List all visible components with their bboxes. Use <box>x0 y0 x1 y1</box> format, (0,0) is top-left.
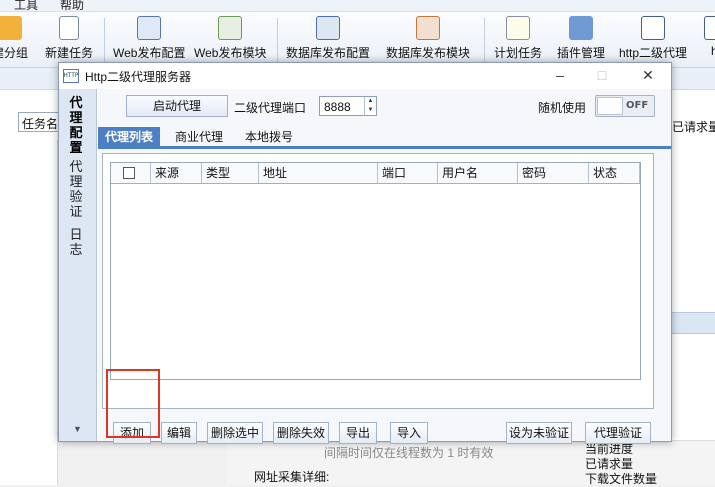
http-icon <box>641 16 666 40</box>
random-use-label: 随机使用 <box>538 101 587 115</box>
proxy-tabs: 代理列表 商业代理 本地拨号 <box>98 125 671 149</box>
add-button-highlight <box>106 369 160 438</box>
mark-unverified-button[interactable]: 设为未验证 <box>506 422 572 444</box>
toolbar-db-config[interactable]: 数据库发布配置 <box>286 16 370 61</box>
toolbar-http-proxy[interactable]: http二级代理 <box>619 16 687 61</box>
select-all-checkbox[interactable] <box>123 167 135 179</box>
dialog-sidebar: 代理配置 代理验证 日志 ▼ <box>59 89 97 441</box>
menu-bar: 工具 帮助 <box>0 0 715 12</box>
main-toolbar: 建分组 新建任务 Web发布配置 Web发布模块 数据库发布配置 数据库发布模块… <box>0 12 715 68</box>
random-use-toggle[interactable]: OFF <box>595 95 655 117</box>
edit-button[interactable]: 编辑 <box>161 422 197 444</box>
col-username[interactable]: 用户名 <box>438 163 518 183</box>
task-tree-panel <box>0 140 58 485</box>
sidebar-item-proxy-verify[interactable]: 代理验证 <box>67 159 85 219</box>
http-icon <box>704 16 715 40</box>
web-module-icon <box>218 16 243 40</box>
panel-header-bar <box>672 312 715 334</box>
toolbar-plugins[interactable]: 插件管理 <box>557 16 605 61</box>
dialog-titlebar: HTTP Http二级代理服务器 – □ ✕ <box>59 63 671 89</box>
col-address[interactable]: 地址 <box>259 163 378 183</box>
delete-selected-button[interactable]: 删除选中 <box>207 422 263 444</box>
delete-invalid-button[interactable]: 删除失效 <box>273 422 329 444</box>
web-config-icon <box>137 16 162 40</box>
toolbar-web-module[interactable]: Web发布模块 <box>194 16 266 61</box>
sidebar-item-proxy-config[interactable]: 代理配置 <box>67 95 85 155</box>
col-status[interactable]: 状态 <box>589 163 640 183</box>
select-all-column <box>111 163 151 183</box>
db-module-icon <box>416 16 440 40</box>
proxy-config-panel: 启动代理 二级代理端口 8888 ▲ ▼ 随机使用 OFF 代理列表 商业代理 … <box>98 89 671 444</box>
toolbar-new-task[interactable]: 新建任务 <box>45 16 93 61</box>
toolbar-web-config[interactable]: Web发布配置 <box>113 16 185 61</box>
toggle-state: OFF <box>626 100 649 111</box>
spin-up-icon[interactable]: ▲ <box>364 97 376 106</box>
start-proxy-button[interactable]: 启动代理 <box>126 95 228 117</box>
tab-local-dialup[interactable]: 本地拨号 <box>238 127 300 149</box>
proxy-table: 来源 类型 地址 端口 用户名 密码 状态 <box>110 162 641 380</box>
interval-note: 间隔时间仅在线程数为 1 时有效 <box>324 446 494 460</box>
import-button[interactable]: 导入 <box>390 422 428 444</box>
requested-count-header: 已请求量 <box>672 120 715 134</box>
proxy-list-frame: 来源 类型 地址 端口 用户名 密码 状态 <box>102 153 654 409</box>
puzzle-icon <box>569 16 593 40</box>
toolbar-db-module[interactable]: 数据库发布模块 <box>386 16 470 61</box>
col-source[interactable]: 来源 <box>151 163 202 183</box>
close-button[interactable]: ✕ <box>635 65 661 85</box>
toolbar-new-group[interactable]: 建分组 <box>0 16 28 61</box>
port-value: 8888 <box>324 100 351 114</box>
toggle-knob <box>597 97 623 115</box>
new-doc-icon <box>59 16 79 40</box>
minimize-button[interactable]: – <box>547 65 573 85</box>
tab-commercial-proxy[interactable]: 商业代理 <box>168 127 230 149</box>
verify-proxy-button[interactable]: 代理验证 <box>585 422 651 444</box>
sidebar-item-log[interactable]: 日志 <box>67 227 85 257</box>
http-icon: HTTP <box>63 69 79 83</box>
col-type[interactable]: 类型 <box>202 163 259 183</box>
stat-downloads: 下载文件数量 <box>585 472 658 486</box>
url-detail-label: 网址采集详细: <box>254 470 330 484</box>
schedule-icon <box>506 16 530 40</box>
tab-proxy-list[interactable]: 代理列表 <box>98 127 161 149</box>
folder-icon <box>0 16 22 40</box>
table-header: 来源 类型 地址 端口 用户名 密码 状态 <box>111 163 640 184</box>
dialog-title: Http二级代理服务器 <box>85 70 192 84</box>
export-button[interactable]: 导出 <box>339 422 377 444</box>
spin-down-icon[interactable]: ▼ <box>364 106 376 115</box>
toolbar-schedule[interactable]: 计划任务 <box>494 16 542 61</box>
port-label: 二级代理端口 <box>234 101 307 115</box>
db-config-icon <box>316 16 340 40</box>
maximize-button[interactable]: □ <box>589 65 615 85</box>
chevron-down-icon[interactable]: ▼ <box>59 419 96 439</box>
col-password[interactable]: 密码 <box>518 163 589 183</box>
port-stepper[interactable]: 8888 ▲ ▼ <box>319 96 377 116</box>
col-port[interactable]: 端口 <box>378 163 438 183</box>
toolbar-http-more[interactable]: ht <box>704 16 715 58</box>
